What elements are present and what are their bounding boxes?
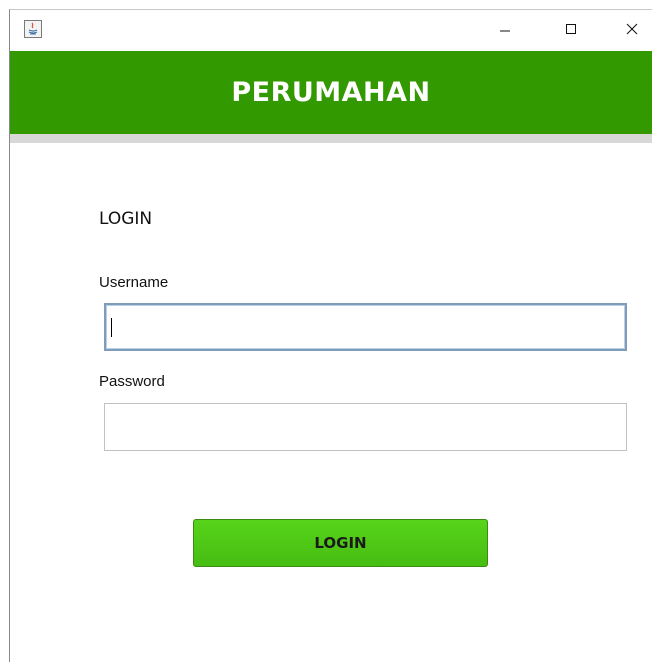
username-input[interactable] <box>104 303 627 351</box>
login-window: PERUMAHAN LOGIN Username Password LOGIN <box>9 9 652 662</box>
close-button[interactable] <box>609 10 652 51</box>
minimize-icon <box>499 22 511 40</box>
maximize-button[interactable] <box>548 10 594 51</box>
username-label: Username <box>99 274 169 291</box>
login-heading: LOGIN <box>99 209 153 229</box>
java-icon[interactable] <box>24 20 42 38</box>
header-divider <box>10 134 652 143</box>
maximize-icon <box>565 22 577 40</box>
close-icon <box>626 22 638 40</box>
login-button-label: LOGIN <box>314 534 367 552</box>
password-label: Password <box>99 373 165 390</box>
title-bar[interactable] <box>10 10 652 51</box>
app-header: PERUMAHAN <box>10 51 652 134</box>
text-cursor <box>111 318 112 337</box>
minimize-button[interactable] <box>482 10 528 51</box>
login-button[interactable]: LOGIN <box>193 519 488 567</box>
header-title: PERUMAHAN <box>231 77 431 108</box>
password-input[interactable] <box>104 403 627 451</box>
